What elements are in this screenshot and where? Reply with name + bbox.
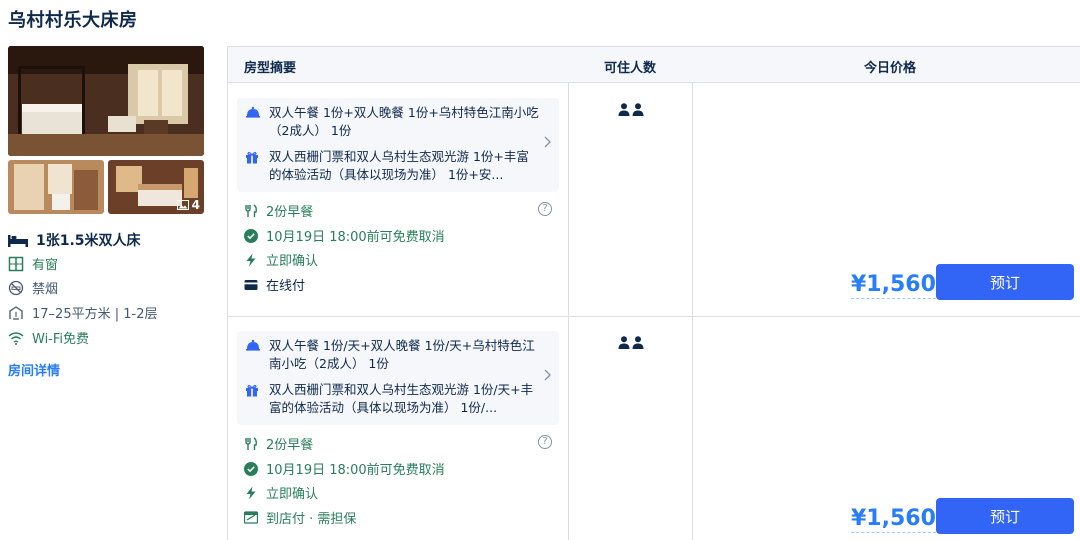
package-item-meal: 双人午餐 1份/天+双人晚餐 1份/天+乌村特色江南小吃（2成人） 1份 xyxy=(245,337,541,373)
cancel-label: 10月19日 18:00前可免费取消 xyxy=(266,463,445,478)
price-value[interactable]: ¥1,560 xyxy=(851,272,936,299)
rate-plan-table: 房型摘要 可住人数 今日价格 双人午餐 1份+双人晚餐 1份+乌村特色江南小吃（… xyxy=(227,46,1080,540)
payment-info: 到店付 · 需担保 xyxy=(244,508,356,527)
gift-icon xyxy=(246,384,258,397)
table-header: 房型摘要 可住人数 今日价格 xyxy=(228,47,1080,83)
area-icon xyxy=(9,305,23,320)
bedroom-photo-image xyxy=(8,46,204,156)
room-title: 乌村村乐大床房 xyxy=(8,10,138,31)
breakfast-label: 2份早餐 xyxy=(266,205,314,220)
room-thumbnail-bedroom[interactable]: 4 xyxy=(108,160,204,214)
chevron-right-icon[interactable] xyxy=(541,367,553,383)
column-divider xyxy=(568,83,569,540)
dining-icon xyxy=(246,339,260,351)
photo-count-badge[interactable]: 4 xyxy=(176,198,200,212)
facility-wifi: Wi-Fi免费 xyxy=(8,328,89,347)
bed-info: 1张1.5米双人床 xyxy=(8,230,141,250)
room-details-link[interactable]: 房间详情 xyxy=(8,360,60,379)
check-circle-icon xyxy=(244,228,258,243)
confirm-label: 立即确认 xyxy=(266,254,319,269)
image-icon xyxy=(176,200,189,210)
no-smoking-icon xyxy=(8,280,24,295)
cancel-policy: 10月19日 18:00前可免费取消 xyxy=(244,459,445,478)
facility-label: 禁烟 xyxy=(32,282,59,297)
facility-area: 17–25平方米 | 1-2层 xyxy=(8,303,157,322)
price-value[interactable]: ¥1,560 xyxy=(851,506,936,533)
header-occupancy: 可住人数 xyxy=(604,61,657,76)
card-icon xyxy=(244,279,258,290)
dining-icon xyxy=(246,106,260,118)
package-item-gift: 双人西栅门票和双人乌村生态观光游 1份/天+丰富的体验活动（具体以现场为准） 1… xyxy=(245,381,541,417)
photo-count: 4 xyxy=(191,198,200,212)
column-divider xyxy=(692,83,693,540)
person-icon xyxy=(618,103,630,116)
fork-knife-icon xyxy=(245,203,257,217)
occupancy-guests xyxy=(618,103,644,116)
pay-at-hotel-icon xyxy=(244,511,258,524)
bed-label: 1张1.5米双人床 xyxy=(36,233,141,249)
gift-icon xyxy=(246,151,258,164)
lightning-icon xyxy=(246,486,256,499)
facility-label: 17–25平方米 | 1-2层 xyxy=(32,307,158,322)
room-main-photo[interactable] xyxy=(8,46,204,156)
confirm-label: 立即确认 xyxy=(266,487,319,502)
payment-label: 在线付 xyxy=(266,279,306,294)
bed-icon xyxy=(8,235,28,247)
package-meal-text: 双人午餐 1份+双人晚餐 1份+乌村特色江南小吃（2成人） 1份 xyxy=(269,105,539,138)
package-item-gift: 双人西栅门票和双人乌村生态观光游 1份+丰富的体验活动（具体以现场为准） 1份+… xyxy=(245,148,541,184)
facility-window: 有窗 xyxy=(8,254,58,273)
help-icon[interactable]: ? xyxy=(538,435,552,449)
bathroom-photo-image xyxy=(8,160,104,214)
header-price: 今日价格 xyxy=(864,61,917,76)
payment-label: 到店付 · 需担保 xyxy=(266,512,357,527)
package-gift-text: 双人西栅门票和双人乌村生态观光游 1份/天+丰富的体验活动（具体以现场为准） 1… xyxy=(269,382,534,415)
room-thumbnail-bathroom[interactable] xyxy=(8,160,104,214)
cancel-policy: 10月19日 18:00前可免费取消 xyxy=(244,226,445,245)
header-room-summary: 房型摘要 xyxy=(244,61,297,76)
row-divider xyxy=(228,316,1080,317)
book-button[interactable]: 预订 xyxy=(936,498,1074,534)
instant-confirm: 立即确认 xyxy=(244,483,318,502)
occupancy-guests xyxy=(618,336,644,349)
person-icon xyxy=(632,103,644,116)
help-icon[interactable]: ? xyxy=(538,202,552,216)
facility-label: 有窗 xyxy=(32,258,59,273)
book-button[interactable]: 预订 xyxy=(936,264,1074,300)
payment-info: 在线付 xyxy=(244,275,305,294)
fork-knife-icon xyxy=(245,436,257,450)
package-box[interactable]: 双人午餐 1份+双人晚餐 1份+乌村特色江南小吃（2成人） 1份 双人西栅门票和… xyxy=(237,98,559,192)
window-icon xyxy=(8,256,24,271)
package-box[interactable]: 双人午餐 1份/天+双人晚餐 1份/天+乌村特色江南小吃（2成人） 1份 双人西… xyxy=(237,331,559,425)
package-gift-text: 双人西栅门票和双人乌村生态观光游 1份+丰富的体验活动（具体以现场为准） 1份+… xyxy=(269,149,529,182)
cancel-label: 10月19日 18:00前可免费取消 xyxy=(266,230,445,245)
facility-no-smoking: 禁烟 xyxy=(8,278,58,297)
package-meal-text: 双人午餐 1份/天+双人晚餐 1份/天+乌村特色江南小吃（2成人） 1份 xyxy=(269,338,535,371)
person-icon xyxy=(618,336,630,349)
breakfast-info: 2份早餐 xyxy=(244,201,313,220)
wifi-icon xyxy=(8,331,24,345)
breakfast-label: 2份早餐 xyxy=(266,438,314,453)
facility-label: Wi-Fi免费 xyxy=(32,332,90,347)
person-icon xyxy=(632,336,644,349)
lightning-icon xyxy=(246,253,256,266)
breakfast-info: 2份早餐 xyxy=(244,434,313,453)
package-item-meal: 双人午餐 1份+双人晚餐 1份+乌村特色江南小吃（2成人） 1份 xyxy=(245,104,541,140)
instant-confirm: 立即确认 xyxy=(244,250,318,269)
check-circle-icon xyxy=(244,461,258,476)
chevron-right-icon[interactable] xyxy=(541,134,553,150)
